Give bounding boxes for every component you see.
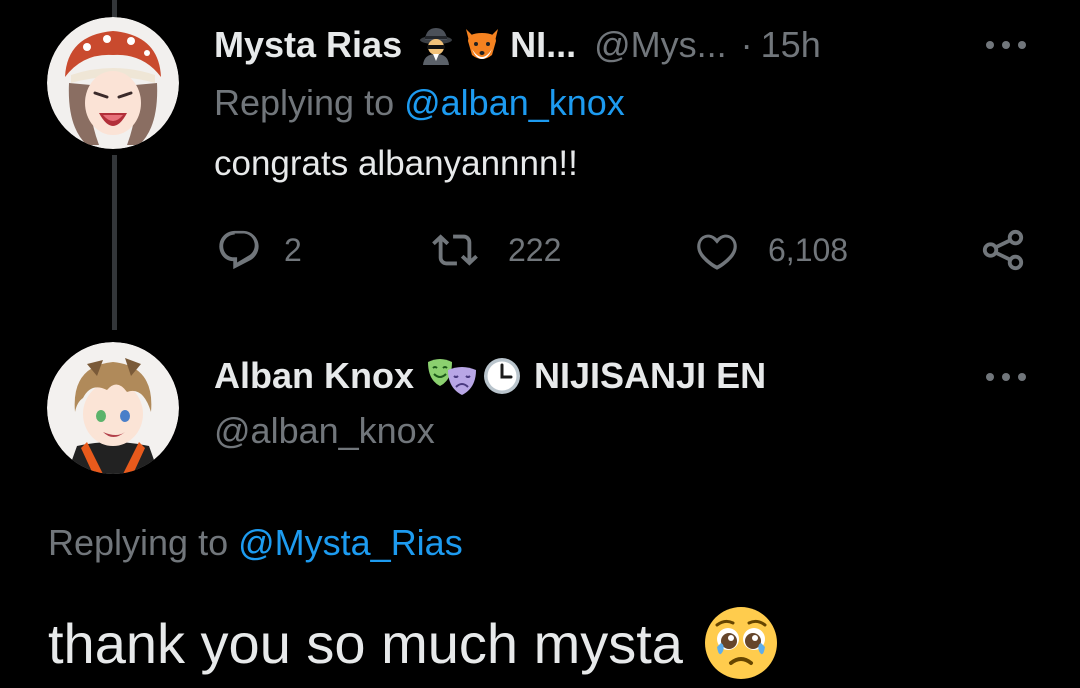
detective-emoji	[416, 25, 456, 65]
main-handle-row: @alban_knox	[214, 408, 435, 454]
separator-dot: ·	[740, 24, 753, 65]
more-options-button[interactable]	[986, 370, 1026, 384]
like-count: 6,108	[768, 231, 849, 268]
thread-line	[112, 155, 117, 330]
handle[interactable]: @alban_knox	[214, 410, 435, 452]
replying-to-label: Replying to	[214, 82, 395, 123]
retweet-action[interactable]: 222	[432, 227, 561, 273]
main-tweet-text: thank you so much mysta	[48, 611, 683, 675]
avatar-mysta[interactable]	[47, 17, 179, 149]
main-tweet-header: Alban Knox NIJISANJI EN	[214, 353, 766, 399]
reply-context: Replying to @alban_knox	[214, 80, 625, 126]
share-action[interactable]	[980, 227, 1026, 273]
reply-icon	[219, 230, 259, 270]
retweet-count: 222	[508, 231, 562, 268]
affiliation: NIJISANJI EN	[534, 355, 767, 396]
replying-to-link[interactable]: @alban_knox	[404, 82, 625, 124]
timestamp[interactable]: 15h	[761, 24, 821, 66]
tweet-text: congrats albanyannnn!!	[214, 144, 578, 183]
like-action[interactable]: 6,108	[694, 227, 848, 273]
replying-to-link[interactable]: @Mysta_Rias	[238, 522, 463, 564]
replying-to-label: Replying to	[48, 522, 229, 563]
handle[interactable]: @Mys...	[594, 24, 727, 66]
pleading-face-emoji	[703, 605, 779, 681]
retweet-icon	[432, 234, 478, 266]
display-name[interactable]: Mysta Rias	[214, 24, 402, 66]
affiliation: NI...	[510, 24, 577, 65]
more-options-button[interactable]	[986, 38, 1026, 52]
reply-tweet-header: Mysta Rias NI... @Mys... · 15h	[214, 22, 821, 68]
main-tweet-text-row: thank you so much mysta	[48, 605, 779, 681]
fox-emoji	[462, 25, 502, 65]
performing-arts-emoji	[426, 356, 480, 396]
reply-count: 2	[284, 231, 302, 268]
avatar-alban[interactable]	[47, 342, 179, 474]
display-name[interactable]: Alban Knox	[214, 355, 414, 397]
heart-icon	[697, 234, 737, 270]
clock-emoji	[482, 356, 522, 396]
reply-action[interactable]: 2	[216, 227, 302, 273]
share-icon	[982, 229, 1024, 271]
main-reply-context: Replying to @Mysta_Rias	[48, 520, 463, 566]
